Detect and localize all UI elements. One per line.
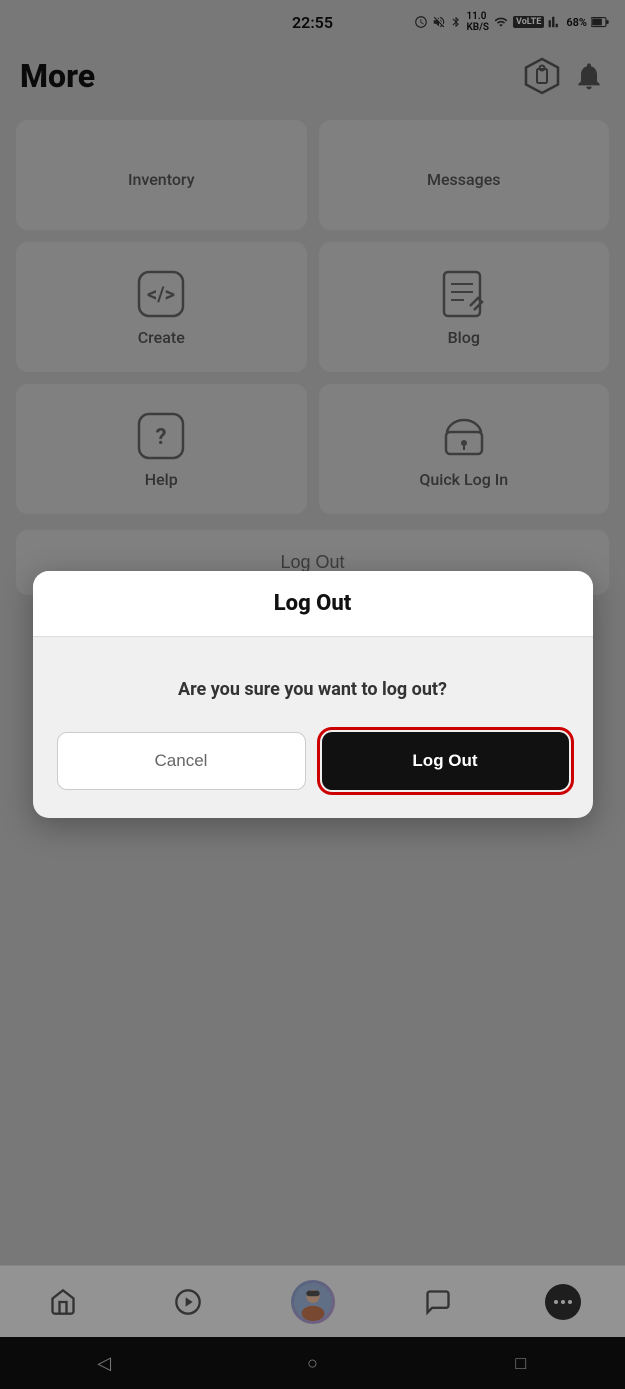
modal-title: Log Out	[274, 591, 351, 616]
confirm-logout-button[interactable]: Log Out	[322, 732, 569, 790]
cancel-button[interactable]: Cancel	[57, 732, 306, 790]
modal-message: Are you sure you want to log out?	[178, 679, 447, 700]
modal-buttons: Cancel Log Out	[33, 732, 593, 818]
modal-header: Log Out	[33, 571, 593, 637]
modal-body: Are you sure you want to log out?	[33, 637, 593, 732]
modal-overlay: Log Out Are you sure you want to log out…	[0, 0, 625, 1389]
logout-modal: Log Out Are you sure you want to log out…	[33, 571, 593, 818]
